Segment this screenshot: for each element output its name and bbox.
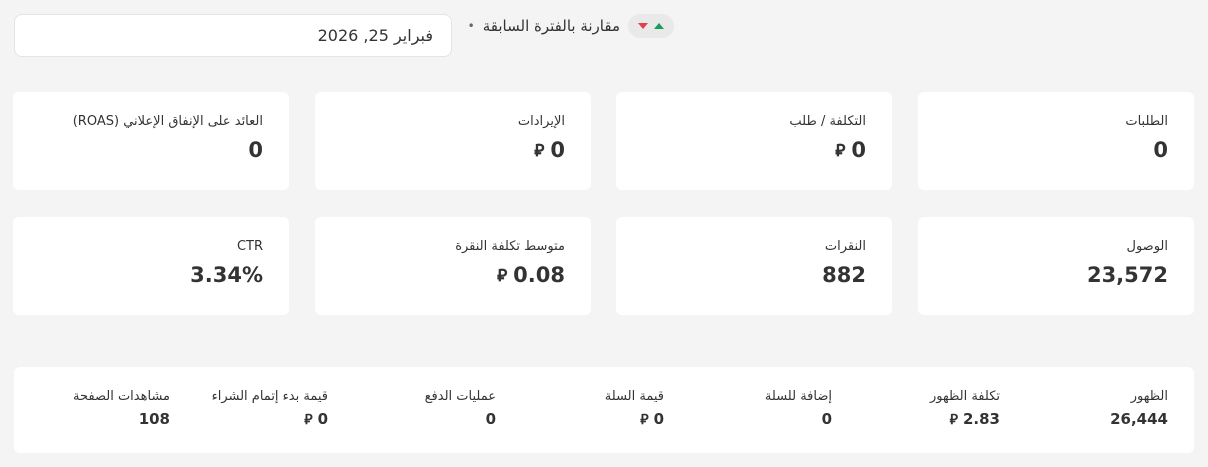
separator-dot: •	[467, 19, 475, 33]
riyal-icon: ⃁	[534, 141, 545, 161]
metric-card-roas: العائد على الإنفاق الإعلاني (ROAS) 0	[13, 92, 289, 190]
metric-label: الطلبات	[1125, 114, 1168, 129]
metric-value: 0	[1153, 138, 1168, 162]
metric-value: 3.34%	[190, 263, 263, 287]
metric-card-clicks: النقرات 882	[616, 217, 892, 315]
riyal-icon: ⃁	[304, 412, 313, 428]
metric-card-ctr: CTR 3.34%	[13, 217, 289, 315]
metric-card-cost-per-order: التكلفة / طلب 0 ⃁	[616, 92, 892, 190]
metric-label: العائد على الإنفاق الإعلاني (ROAS)	[72, 114, 263, 129]
compare-label: مقارنة بالفترة السابقة	[482, 17, 620, 35]
metric-card-reach: الوصول 23,572	[918, 217, 1194, 315]
metric-impressions: الظهور 26,444	[1110, 389, 1168, 428]
metric-value: 882	[822, 263, 866, 287]
compare-toggle[interactable]	[628, 14, 674, 38]
ads-metrics-dashboard: مقارنة بالفترة السابقة • فبراير 25, 2026…	[0, 0, 1208, 467]
metric-value: 0 ⃁	[534, 138, 565, 162]
metric-label: متوسط تكلفة النقرة	[455, 239, 565, 254]
metric-value: 0	[248, 138, 263, 162]
riyal-icon: ⃁	[949, 412, 958, 428]
secondary-metrics-strip: الظهور 26,444 تكلفة الظهور 2.83 ⃁ إضافة ل…	[14, 367, 1194, 453]
metric-checkout-initiated-value: قيمة بدء إتمام الشراء 0 ⃁	[211, 389, 328, 428]
metric-value: 0 ⃁	[835, 138, 866, 162]
metric-cart-value: قيمة السلة 0 ⃁	[604, 389, 664, 428]
metric-label: التكلفة / طلب	[789, 114, 866, 129]
metric-impression-cost: تكلفة الظهور 2.83 ⃁	[929, 389, 1000, 428]
date-picker[interactable]: فبراير 25, 2026	[14, 14, 452, 57]
metric-card-orders: الطلبات 0	[918, 92, 1194, 190]
metric-checkouts: عمليات الدفع 0	[424, 389, 496, 428]
metric-label: النقرات	[824, 239, 866, 254]
date-value: فبراير 25, 2026	[317, 26, 433, 45]
metric-card-revenue: الإيرادات 0 ⃁	[315, 92, 591, 190]
metric-page-views: مشاهدات الصفحة 108	[73, 389, 170, 428]
arrow-up-icon	[654, 23, 664, 29]
metric-label: الإيرادات	[517, 114, 565, 129]
metric-value: 23,572	[1086, 263, 1168, 287]
riyal-icon: ⃁	[640, 412, 649, 428]
compare-bar: مقارنة بالفترة السابقة •	[468, 14, 674, 38]
riyal-icon: ⃁	[835, 141, 846, 161]
metric-card-avg-cpc: متوسط تكلفة النقرة 0.08 ⃁	[315, 217, 591, 315]
metric-label: الوصول	[1126, 239, 1169, 254]
metric-label: CTR	[236, 239, 263, 254]
metric-add-to-cart: إضافة للسلة 0	[764, 389, 832, 428]
arrow-down-icon	[638, 23, 648, 29]
riyal-icon: ⃁	[497, 266, 508, 286]
metric-value: 0.08 ⃁	[497, 263, 565, 287]
